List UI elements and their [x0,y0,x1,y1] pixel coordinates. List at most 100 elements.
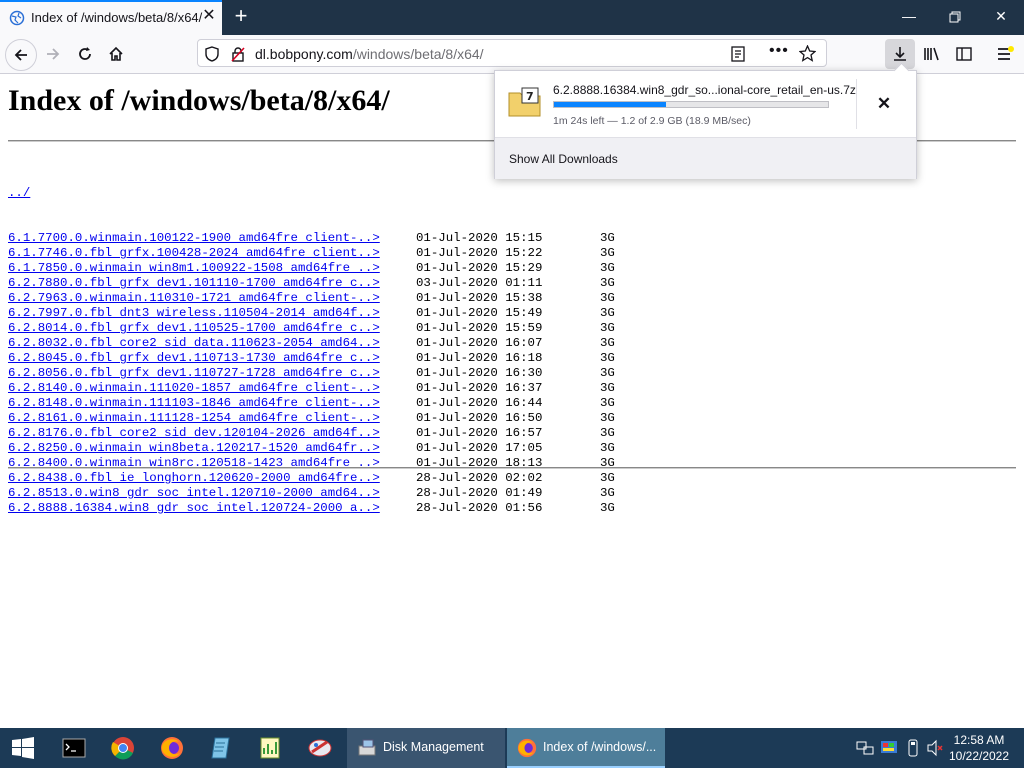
taskbar-task-disk-management[interactable]: Disk Management [347,728,505,768]
reload-icon [79,47,91,60]
file-link[interactable]: 6.2.8148.0.winmain.111103-1846 amd64fre … [8,396,380,410]
file-size: 3G [600,336,615,350]
file-link[interactable]: 6.2.8140.0.winmain.111020-1857 amd64fre … [8,381,380,395]
clock-date: 10/22/2022 [948,749,1010,763]
file-link[interactable]: 6.2.8176.0.fbl core2 sid dev.120104-2026… [8,426,380,440]
file-size: 3G [600,321,615,335]
disk-management-icon [358,739,376,756]
file-size: 3G [600,426,615,440]
file-size: 3G [600,246,615,260]
file-size: 3G [600,396,615,410]
browser-tab[interactable]: Index of /windows/beta/8/x64/ ✕ [0,0,222,35]
divider-bottom [8,467,1016,469]
file-link[interactable]: 6.2.8032.0.fbl core2 sid data.110623-205… [8,336,380,350]
sidebar-button[interactable] [949,39,979,69]
file-link[interactable]: 6.1.7700.0.winmain.100122-1900 amd64fre … [8,231,380,245]
file-size: 3G [600,381,615,395]
file-link[interactable]: 6.2.8438.0.fbl ie longhorn.120620-2000 a… [8,471,380,485]
start-button[interactable] [8,733,38,763]
file-size: 3G [600,441,615,455]
file-link[interactable]: 6.2.7997.0.fbl dnt3 wireless.110504-2014… [8,306,380,320]
file-link[interactable]: 6.2.7963.0.winmain.110310-1721 amd64fre … [8,291,380,305]
download-filename: 6.2.8888.16384.win8_gdr_so...ional-core_… [553,83,856,97]
library-icon [924,47,939,61]
listing-row: 6.2.8140.0.winmain.111020-1857 amd64fre … [8,381,615,396]
listing-row: 6.2.8014.0.fbl grfx dev1.110525-1700 amd… [8,321,615,336]
library-button[interactable] [917,39,947,69]
file-size: 3G [600,411,615,425]
file-link[interactable]: 6.2.8888.16384.win8 gdr soc intel.120724… [8,501,380,515]
file-link[interactable]: 6.2.8014.0.fbl grfx dev1.110525-1700 amd… [8,321,380,335]
menu-button[interactable] [990,39,1020,69]
bookmark-star-icon[interactable] [799,45,816,62]
listing-row: 6.2.8148.0.winmain.111103-1846 amd64fre … [8,396,615,411]
parent-directory-link[interactable]: ../ [8,186,30,200]
download-progress-bar [553,101,829,108]
download-item[interactable]: 7 6.2.8888.16384.win8_gdr_so...ional-cor… [495,71,916,137]
file-link[interactable]: 6.2.8056.0.fbl grfx dev1.110727-1728 amd… [8,366,380,380]
sidebar-icon [956,47,972,61]
taskbar-firefox[interactable] [157,733,187,763]
back-button[interactable] [5,39,37,71]
file-size: 3G [600,471,615,485]
chrome-icon [111,737,134,760]
file-link[interactable]: 6.1.7850.0.winmain win8m1.100922-1508 am… [8,261,380,275]
file-size: 3G [600,306,615,320]
file-size: 3G [600,486,615,500]
show-all-downloads-button[interactable]: Show All Downloads [509,152,618,166]
address-bar[interactable]: dl.bobpony.com/windows/beta/8/x64/ ••• [197,39,827,67]
system-clock[interactable]: 12:58 AM 10/22/2022 [944,732,1014,764]
taskbar-task-firefox[interactable]: Index of /windows/... [507,728,665,768]
listing-row: 6.2.8888.16384.win8 gdr soc intel.120724… [8,501,615,516]
new-tab-icon[interactable]: + [230,5,252,27]
chart-document-icon [260,737,280,759]
url-text: dl.bobpony.com/windows/beta/8/x64/ [255,46,484,62]
home-button[interactable] [101,39,131,69]
file-date: 01-Jul-2020 16:57 [416,426,543,440]
file-date: 28-Jul-2020 02:02 [416,471,543,485]
file-date: 28-Jul-2020 01:49 [416,486,543,500]
listing-row: 6.2.7880.0.fbl grfx dev1.101110-1700 amd… [8,276,615,291]
cancel-download-icon[interactable]: ✕ [873,93,895,115]
page-title: Index of /windows/beta/8/x64/ [8,84,390,117]
insecure-lock-icon[interactable] [231,46,245,62]
file-date: 03-Jul-2020 01:11 [416,276,543,290]
file-size: 3G [600,366,615,380]
file-link[interactable]: 6.1.7746.0.fbl grfx.100428-2024 amd64fre… [8,246,380,260]
file-size: 3G [600,291,615,305]
file-date: 01-Jul-2020 16:18 [416,351,543,365]
file-date: 01-Jul-2020 16:37 [416,381,543,395]
page-actions-icon[interactable]: ••• [769,42,789,60]
file-date: 01-Jul-2020 15:15 [416,231,543,245]
taskbar-tool[interactable] [305,733,335,763]
reader-view-icon[interactable] [730,46,746,62]
listing-row: 6.2.7963.0.winmain.110310-1721 amd64fre … [8,291,615,306]
reload-button[interactable] [70,39,100,69]
display-icon[interactable] [880,739,898,757]
listing-row: 6.2.8250.0.winmain win8beta.120217-1520 … [8,441,615,456]
file-link[interactable]: 6.2.8161.0.winmain.111128-1254 amd64fre … [8,411,380,425]
downloads-footer[interactable]: Show All Downloads [495,137,916,179]
tab-title: Index of /windows/beta/8/x64/ [31,10,203,25]
shield-icon[interactable] [205,46,219,62]
forward-button[interactable] [38,39,68,69]
file-link[interactable]: 6.2.8513.0.win8 gdr soc intel.120710-200… [8,486,380,500]
firefox-icon [161,737,183,759]
restore-icon[interactable] [932,0,978,33]
file-link[interactable]: 6.2.8045.0.fbl grfx dev1.110713-1730 amd… [8,351,380,365]
file-link[interactable]: 6.2.8250.0.winmain win8beta.120217-1520 … [8,441,380,455]
network-icon[interactable] [856,739,874,757]
taskbar-chrome[interactable] [108,733,138,763]
file-link[interactable]: 6.2.7880.0.fbl grfx dev1.101110-1700 amd… [8,276,380,290]
taskbar-cmd[interactable] [59,733,89,763]
minimize-icon[interactable]: — [886,0,932,33]
taskbar-notepad[interactable] [206,733,236,763]
home-icon [109,46,123,61]
taskbar-spreadsheet[interactable] [255,733,285,763]
svg-text:7: 7 [526,90,534,103]
listing-row: 6.2.8032.0.fbl core2 sid data.110623-205… [8,336,615,351]
close-tab-icon[interactable]: ✕ [200,7,218,25]
usb-device-icon[interactable] [904,739,922,757]
volume-muted-icon[interactable] [926,739,944,757]
close-window-icon[interactable]: ✕ [978,0,1024,33]
